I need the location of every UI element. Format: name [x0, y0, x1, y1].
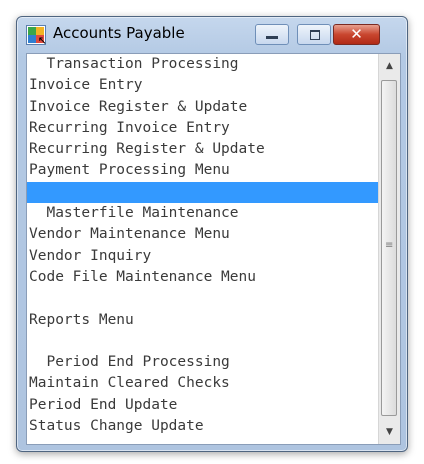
menu-spacer: [27, 288, 378, 309]
menu-item[interactable]: Status Change Update: [27, 416, 378, 437]
maximize-icon: [310, 30, 320, 40]
vertical-scrollbar[interactable]: ▲ ≡ ▼: [378, 54, 400, 444]
menu-item[interactable]: [27, 181, 378, 204]
scroll-up-button[interactable]: ▲: [379, 54, 400, 78]
grip-icon: ≡: [385, 240, 394, 251]
menu-item[interactable]: Code File Maintenance Menu: [27, 267, 378, 288]
menu-section-header: Transaction Processing: [29, 56, 239, 72]
maximize-button[interactable]: [297, 24, 331, 45]
menu-section-header: Period End Processing: [29, 354, 230, 371]
menu-item[interactable]: Reports Menu: [27, 310, 378, 331]
title-bar[interactable]: ↖ Accounts Payable ✕: [17, 17, 407, 53]
app-icon[interactable]: ↖: [26, 25, 47, 46]
menu-list: Transaction Processing Invoice Entry Invoi…: [27, 54, 378, 437]
menu-listbox[interactable]: Transaction Processing Invoice Entry Invoi…: [26, 53, 401, 445]
scroll-thumb[interactable]: ≡: [381, 80, 397, 416]
menu-item[interactable]: Recurring Invoice Entry: [27, 118, 378, 139]
close-button[interactable]: ✕: [333, 24, 380, 45]
menu-item[interactable]: Invoice Register & Update: [27, 97, 378, 118]
menu-item[interactable]: Invoice Entry: [27, 75, 378, 96]
menu-spacer: [27, 331, 378, 352]
menu-item[interactable]: Maintain Cleared Checks: [27, 373, 378, 394]
close-icon: ✕: [350, 25, 363, 43]
arrow-up-icon: ▲: [386, 61, 393, 71]
menu-item[interactable]: Payment Processing Menu: [27, 160, 378, 181]
menu-item[interactable]: Vendor Inquiry: [27, 246, 378, 267]
menu-item[interactable]: Vendor Maintenance Menu: [27, 224, 378, 245]
app-window: ↖ Accounts Payable ✕ Transaction Process…: [16, 16, 408, 452]
menu-item[interactable]: Recurring Register & Update: [27, 139, 378, 160]
window-title: Accounts Payable: [53, 24, 185, 42]
menu-item[interactable]: Period End Update: [27, 395, 378, 416]
menu-section-header: Masterfile Maintenance: [29, 205, 239, 222]
minimize-button[interactable]: [255, 24, 289, 45]
scroll-down-button[interactable]: ▼: [379, 420, 400, 444]
minimize-icon: [266, 36, 278, 39]
arrow-down-icon: ▼: [386, 427, 393, 437]
